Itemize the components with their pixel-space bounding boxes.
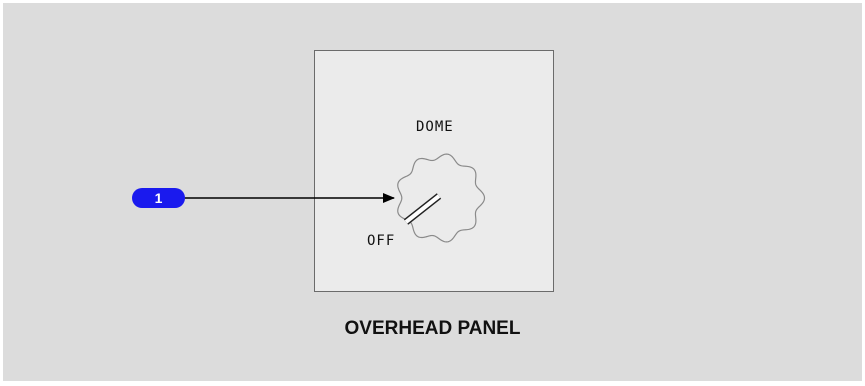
callout-badge-1[interactable]: 1 [132,188,185,208]
dome-light-knob[interactable] [397,153,486,243]
knob-outline [397,153,486,243]
panel-title: OVERHEAD PANEL [344,318,521,339]
